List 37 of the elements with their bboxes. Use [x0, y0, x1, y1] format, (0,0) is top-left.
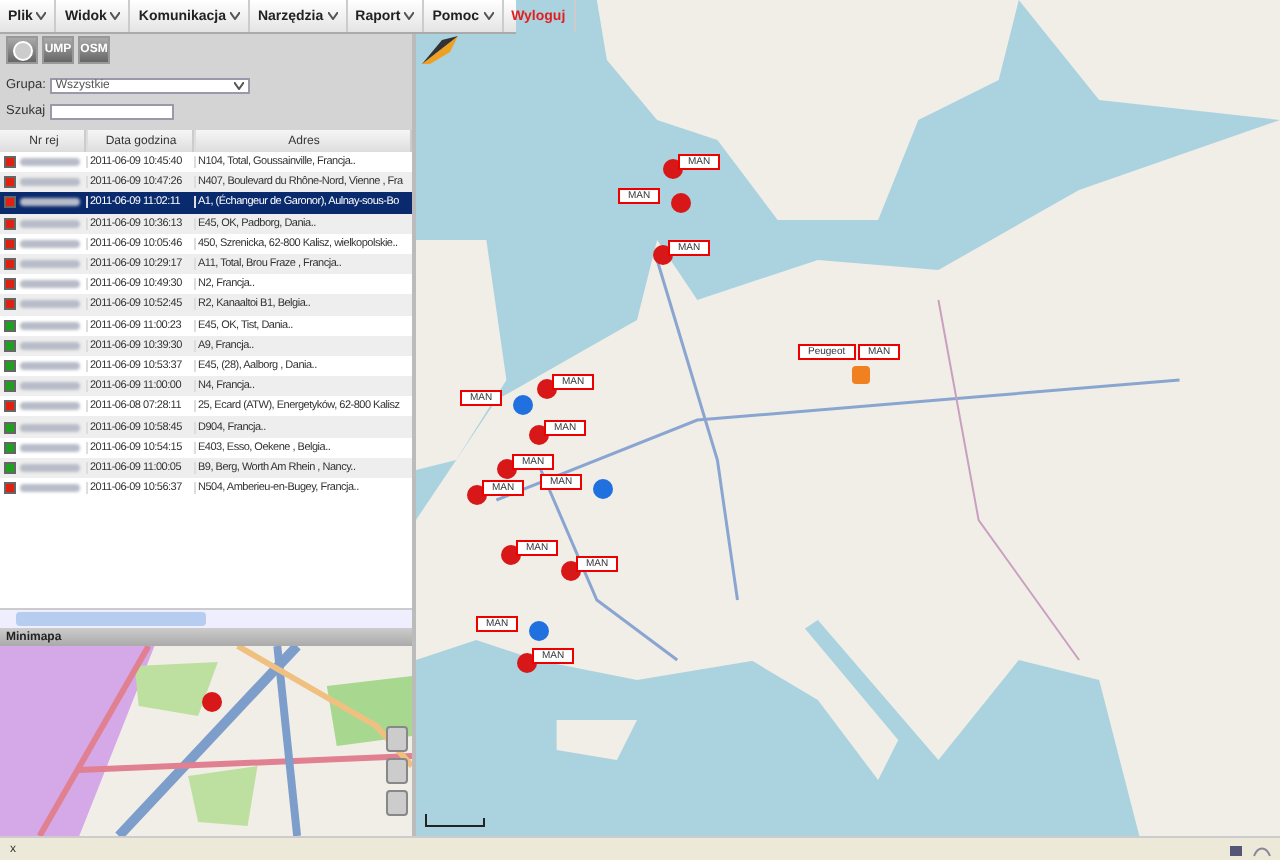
redacted-mark	[20, 198, 80, 207]
caret-icon	[233, 81, 244, 89]
redacted-mark	[20, 219, 80, 228]
scale-bar-icon	[424, 812, 488, 828]
caret-icon	[404, 12, 415, 20]
redacted-mark	[20, 443, 80, 452]
redacted-mark	[20, 280, 80, 289]
redacted-mark	[20, 341, 80, 350]
caret-icon	[327, 12, 338, 20]
redacted-mark	[20, 423, 80, 432]
tray-icon	[1252, 843, 1272, 857]
vehicle-marker-icon[interactable]	[592, 478, 614, 500]
globe-button[interactable]	[6, 36, 38, 64]
stop-marker-icon[interactable]	[670, 192, 692, 214]
vehicle-marker-icon[interactable]	[528, 620, 550, 642]
redacted-mark	[20, 484, 80, 493]
redacted-mark	[20, 321, 80, 330]
redacted-mark	[20, 260, 80, 269]
redacted-mark	[20, 382, 80, 391]
search-field[interactable]	[49, 103, 174, 119]
parking-marker-icon[interactable]	[850, 364, 872, 386]
pan-corner-icon[interactable]	[422, 36, 458, 64]
redacted-mark	[20, 300, 80, 309]
stop-marker-icon[interactable]	[202, 692, 222, 712]
redacted-mark	[20, 158, 80, 167]
vehicle-marker-icon[interactable]	[512, 394, 534, 416]
redacted-mark	[20, 239, 80, 248]
horizontal-scrollbar[interactable]	[0, 608, 412, 628]
redacted-mark	[20, 463, 80, 472]
caret-icon	[483, 12, 494, 20]
caret-icon	[229, 12, 240, 20]
redacted-mark	[20, 361, 80, 370]
caret-icon	[110, 12, 121, 20]
redacted-mark	[20, 178, 80, 187]
caret-icon	[36, 12, 47, 20]
redacted-mark	[20, 402, 80, 411]
network-icon	[1228, 843, 1244, 857]
